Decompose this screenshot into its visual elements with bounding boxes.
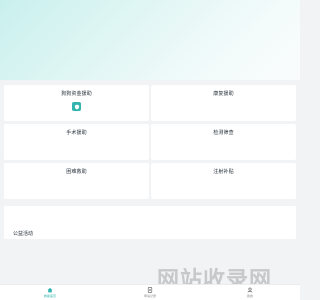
tab-label: 救助首页 — [43, 294, 56, 298]
service-card-injection[interactable]: 注射补贴 — [151, 163, 296, 199]
tab-home[interactable]: 救助首页 — [20, 287, 80, 298]
header-banner — [0, 0, 300, 80]
section-title: 公益活动 — [13, 231, 34, 237]
tab-records[interactable]: 申请记录 — [120, 287, 180, 298]
service-label: 困难救助 — [66, 169, 87, 175]
app-page: 狗狗资金援助 康复援助 手术援助 检测筛查 困难救助 注射补贴 公益活动 网站收… — [0, 0, 300, 300]
service-label: 注射补贴 — [213, 169, 234, 175]
service-label: 检测筛查 — [213, 130, 234, 136]
service-label: 狗狗资金援助 — [61, 91, 92, 97]
home-icon — [47, 287, 53, 293]
service-card-screening[interactable]: 检测筛查 — [151, 124, 296, 160]
tab-profile[interactable]: 我的 — [220, 287, 280, 298]
public-welfare-section[interactable]: 公益活动 — [4, 206, 296, 239]
service-card-surgery[interactable]: 手术援助 — [4, 124, 149, 160]
service-card-hardship[interactable]: 困难救助 — [4, 163, 149, 199]
tab-label: 申请记录 — [143, 294, 156, 298]
shield-icon — [72, 102, 81, 111]
service-label: 手术援助 — [66, 130, 87, 136]
service-card-dog-fund[interactable]: 狗狗资金援助 — [4, 85, 149, 121]
service-label: 康复援助 — [213, 91, 234, 97]
tab-label: 我的 — [246, 294, 253, 298]
bottom-tabbar: 救助首页 申请记录 我的 — [0, 284, 300, 300]
service-card-rehab[interactable]: 康复援助 — [151, 85, 296, 121]
user-icon — [247, 287, 253, 293]
service-grid: 狗狗资金援助 康复援助 手术援助 检测筛查 困难救助 注射补贴 — [4, 85, 296, 199]
document-icon — [147, 287, 153, 293]
